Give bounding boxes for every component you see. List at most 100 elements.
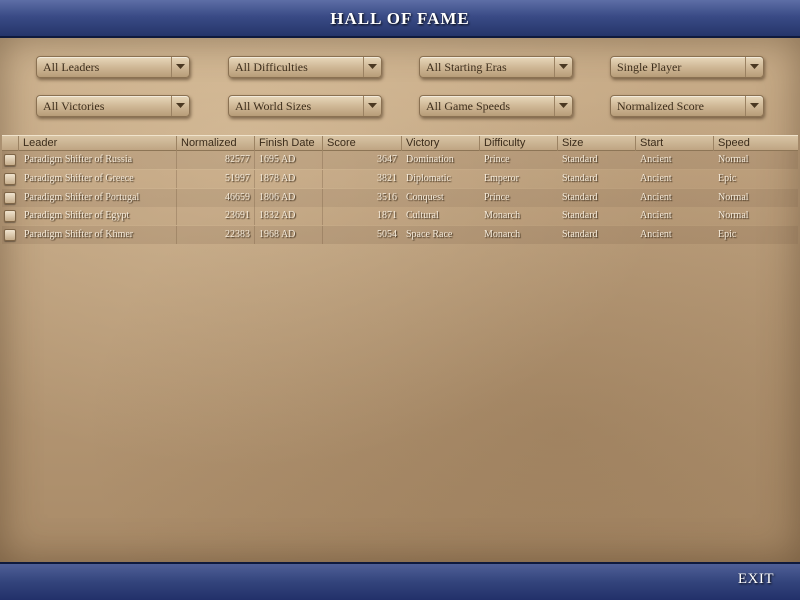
- cell-victory: Conquest: [406, 192, 444, 203]
- cell-score: 5054: [377, 229, 397, 240]
- column-header-score[interactable]: Score: [322, 136, 401, 151]
- cell-speed: Epic: [718, 173, 737, 184]
- checkbox-icon[interactable]: [4, 229, 16, 241]
- cell-leader: Paradigm Shifter of Greece: [24, 173, 134, 184]
- cell-start: Ancient: [640, 173, 672, 184]
- chevron-down-icon[interactable]: [745, 96, 763, 116]
- table-row[interactable]: Paradigm Shifter of Greece 51997 1878 AD…: [2, 170, 798, 188]
- column-header-difficulty[interactable]: Difficulty: [479, 136, 557, 151]
- chevron-down-icon[interactable]: [554, 57, 572, 77]
- cell-difficulty: Monarch: [484, 229, 521, 240]
- checkbox-icon[interactable]: [4, 173, 16, 185]
- checkbox-icon[interactable]: [4, 154, 16, 166]
- cell-speed: Normal: [718, 154, 749, 165]
- leaders-filter-label: All Leaders: [43, 60, 100, 74]
- page-title: HALL OF FAME: [330, 9, 470, 28]
- cell-speed: Epic: [718, 229, 737, 240]
- cell-normalized: 46659: [225, 192, 250, 203]
- column-header-normalized[interactable]: Normalized: [176, 136, 254, 151]
- starting-eras-filter-label: All Starting Eras: [426, 60, 507, 74]
- column-divider: [254, 189, 255, 207]
- world-sizes-filter-dropdown[interactable]: All World Sizes: [228, 95, 382, 117]
- bottom-bar: EXIT: [0, 562, 800, 600]
- cell-size: Standard: [562, 154, 598, 165]
- difficulties-filter-label: All Difficulties: [235, 60, 308, 74]
- player-mode-label: Single Player: [617, 60, 682, 74]
- cell-finish-date: 1968 AD: [259, 229, 296, 240]
- cell-score: 3516: [377, 192, 397, 203]
- cell-speed: Normal: [718, 210, 749, 221]
- cell-normalized: 22383: [225, 229, 250, 240]
- column-header-victory[interactable]: Victory: [401, 136, 479, 151]
- column-header-start[interactable]: Start: [635, 136, 713, 151]
- chevron-down-icon[interactable]: [554, 96, 572, 116]
- cell-score: 3821: [377, 173, 397, 184]
- table-row[interactable]: Paradigm Shifter of Khmer 22383 1968 AD …: [2, 226, 798, 244]
- cell-normalized: 23691: [225, 210, 250, 221]
- cell-leader: Paradigm Shifter of Egypt: [24, 210, 130, 221]
- cell-finish-date: 1806 AD: [259, 192, 296, 203]
- cell-size: Standard: [562, 229, 598, 240]
- cell-leader: Paradigm Shifter of Russia: [24, 154, 133, 165]
- column-header-speed[interactable]: Speed: [713, 136, 798, 151]
- column-divider: [254, 151, 255, 169]
- cell-normalized: 82577: [225, 154, 250, 165]
- cell-leader: Paradigm Shifter of Khmer: [24, 229, 134, 240]
- table-row[interactable]: Paradigm Shifter of Egypt 23691 1832 AD …: [2, 207, 798, 225]
- game-speeds-filter-label: All Game Speeds: [426, 99, 510, 113]
- victories-filter-dropdown[interactable]: All Victories: [36, 95, 190, 117]
- chevron-down-icon[interactable]: [363, 96, 381, 116]
- column-divider: [254, 207, 255, 225]
- cell-difficulty: Prince: [484, 192, 510, 203]
- cell-start: Ancient: [640, 192, 672, 203]
- cell-size: Standard: [562, 192, 598, 203]
- cell-size: Standard: [562, 173, 598, 184]
- exit-button[interactable]: EXIT: [738, 571, 774, 588]
- cell-leader: Paradigm Shifter of Portugal: [24, 192, 140, 203]
- column-header-size[interactable]: Size: [557, 136, 635, 151]
- header-checkbox-column: [2, 136, 18, 151]
- cell-victory: Diplomatic: [406, 173, 451, 184]
- starting-eras-filter-dropdown[interactable]: All Starting Eras: [419, 56, 573, 78]
- victories-filter-label: All Victories: [43, 99, 105, 113]
- cell-difficulty: Emperor: [484, 173, 519, 184]
- table-row[interactable]: Paradigm Shifter of Portugal 46659 1806 …: [2, 189, 798, 207]
- checkbox-icon[interactable]: [4, 210, 16, 222]
- title-bar: HALL OF FAME: [0, 0, 800, 38]
- chevron-down-icon[interactable]: [745, 57, 763, 77]
- cell-speed: Normal: [718, 192, 749, 203]
- cell-finish-date: 1878 AD: [259, 173, 296, 184]
- cell-victory: Cultural: [406, 210, 439, 221]
- difficulties-filter-dropdown[interactable]: All Difficulties: [228, 56, 382, 78]
- column-header-leader[interactable]: Leader: [18, 136, 176, 151]
- cell-finish-date: 1695 AD: [259, 154, 296, 165]
- cell-victory: Space Race: [406, 229, 453, 240]
- cell-score: 1871: [377, 210, 397, 221]
- player-mode-dropdown[interactable]: Single Player: [610, 56, 764, 78]
- column-divider: [254, 170, 255, 188]
- cell-difficulty: Monarch: [484, 210, 521, 221]
- sort-order-label: Normalized Score: [617, 99, 704, 113]
- chevron-down-icon[interactable]: [171, 96, 189, 116]
- chevron-down-icon[interactable]: [171, 57, 189, 77]
- checkbox-icon[interactable]: [4, 192, 16, 204]
- chevron-down-icon[interactable]: [363, 57, 381, 77]
- cell-start: Ancient: [640, 229, 672, 240]
- cell-finish-date: 1832 AD: [259, 210, 296, 221]
- hall-of-fame-screen: HALL OF FAME All Leaders All Difficultie…: [0, 0, 800, 600]
- sort-order-dropdown[interactable]: Normalized Score: [610, 95, 764, 117]
- leaders-filter-dropdown[interactable]: All Leaders: [36, 56, 190, 78]
- cell-size: Standard: [562, 210, 598, 221]
- game-speeds-filter-dropdown[interactable]: All Game Speeds: [419, 95, 573, 117]
- column-divider: [254, 226, 255, 244]
- table-header: Leader Normalized Finish Date Score Vict…: [2, 135, 798, 151]
- table-row[interactable]: Paradigm Shifter of Russia 82577 1695 AD…: [2, 151, 798, 169]
- cell-difficulty: Prince: [484, 154, 510, 165]
- column-header-finish-date[interactable]: Finish Date: [254, 136, 322, 151]
- cell-score: 3647: [377, 154, 397, 165]
- cell-normalized: 51997: [225, 173, 250, 184]
- cell-start: Ancient: [640, 210, 672, 221]
- world-sizes-filter-label: All World Sizes: [235, 99, 312, 113]
- cell-start: Ancient: [640, 154, 672, 165]
- cell-victory: Domination: [406, 154, 454, 165]
